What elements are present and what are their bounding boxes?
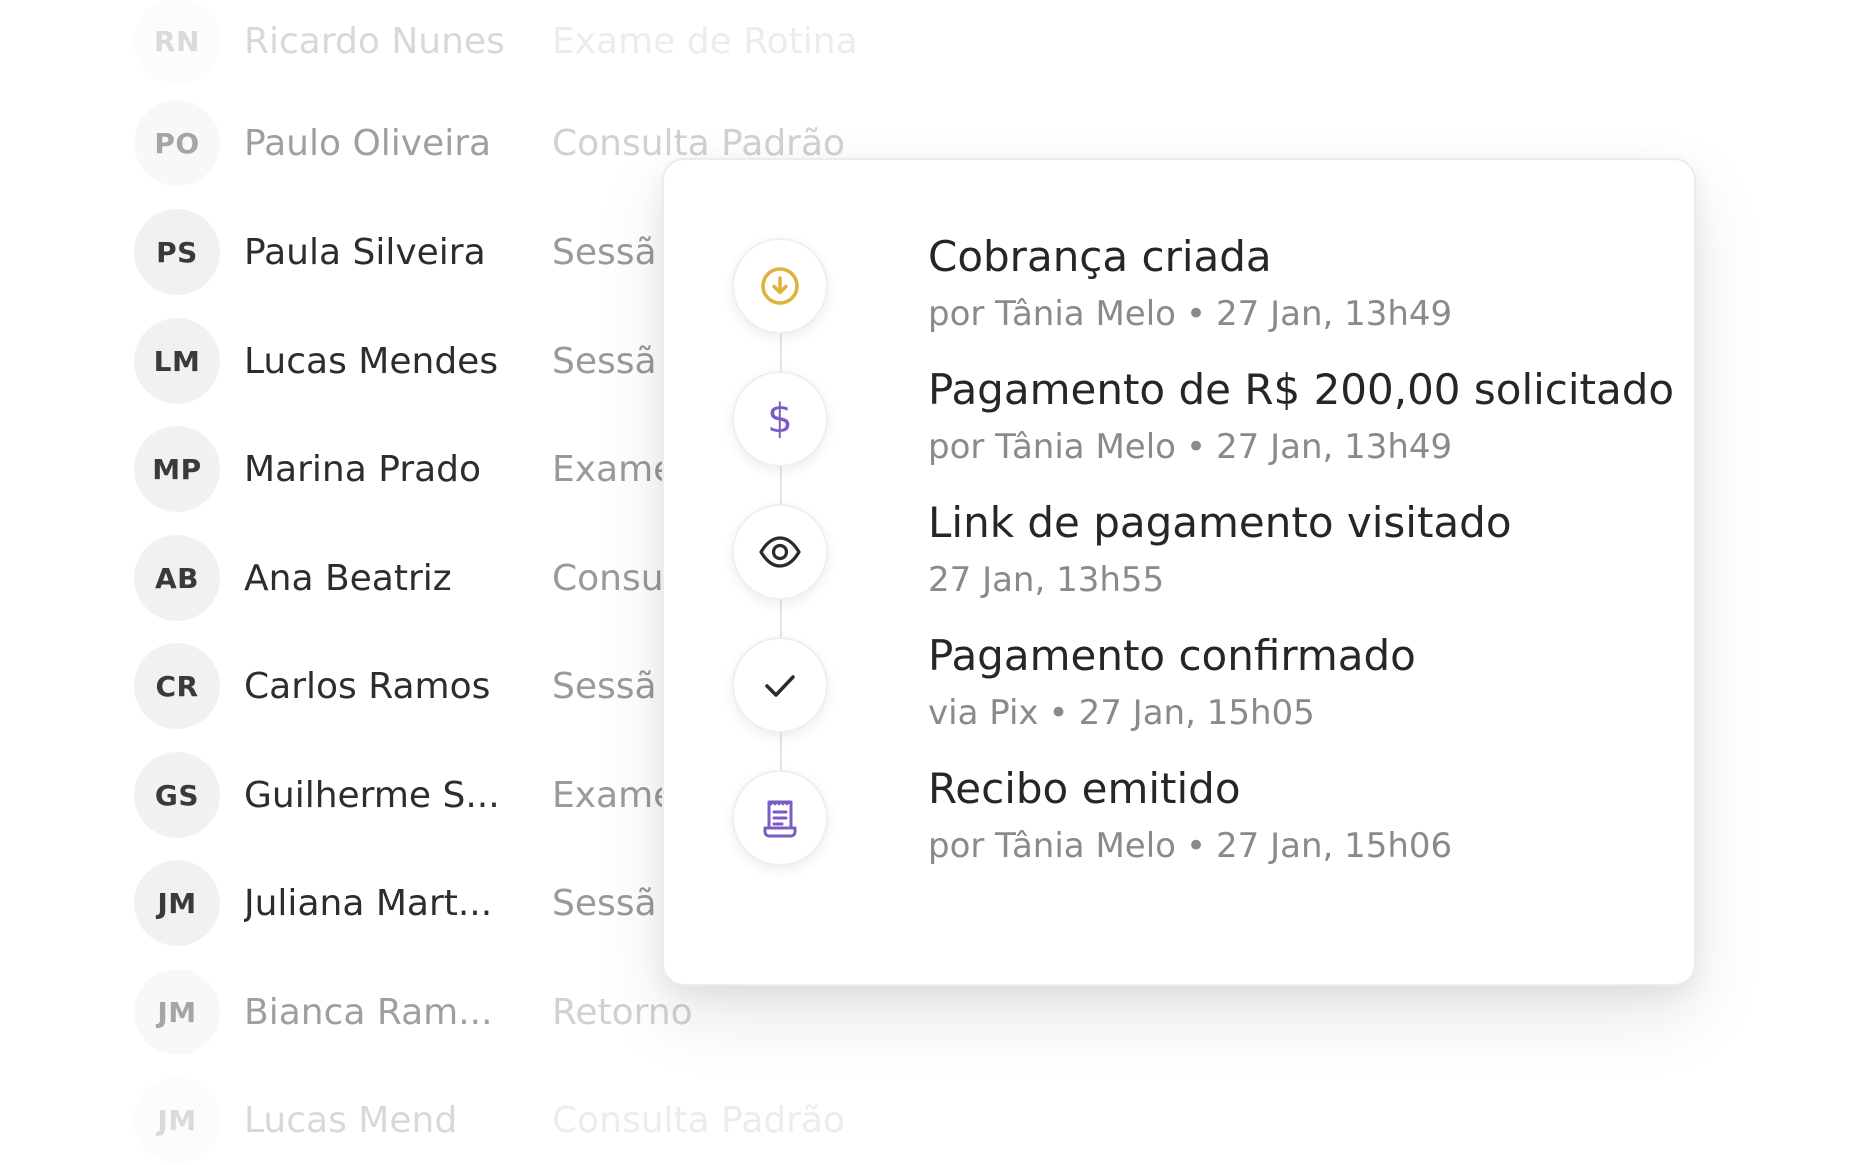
- event-time: 27 Jan, 13h49: [1216, 294, 1453, 334]
- event-time: 27 Jan, 13h55: [928, 560, 1165, 600]
- patient-name: Marina Prado: [244, 448, 482, 490]
- patient-name: Lucas Mend: [244, 1099, 458, 1141]
- appointment-type: Sessã: [552, 231, 657, 273]
- separator: •: [1185, 826, 1207, 866]
- event-title: Recibo emitido: [928, 764, 1241, 813]
- avatar: LM: [134, 318, 220, 404]
- timeline-event-charge-created: Cobrança criada por Tânia Melo • 27 Jan, 1…: [732, 232, 1672, 362]
- appointment-type: Exame: [552, 448, 676, 490]
- event-title: Pagamento confirmado: [928, 631, 1416, 680]
- event-title: Link de pagamento visitado: [928, 498, 1512, 547]
- appointment-type: Exame de Rotina: [552, 20, 858, 62]
- avatar: MP: [134, 426, 220, 512]
- avatar: RN: [134, 0, 220, 84]
- patient-name: Carlos Ramos: [244, 665, 491, 707]
- patient-name: Ana Beatriz: [244, 557, 452, 599]
- avatar: AB: [134, 535, 220, 621]
- event-method: via Pix: [928, 693, 1039, 733]
- patient-row[interactable]: RN Ricardo Nunes Exame de Rotina: [134, 0, 1034, 86]
- event-meta: por Tânia Melo • 27 Jan, 15h06: [928, 826, 1452, 866]
- timeline-event-payment-confirmed: Pagamento confirmado via Pix • 27 Jan, 15h…: [732, 631, 1672, 761]
- patient-name: Bianca Ram...: [244, 991, 493, 1033]
- event-time: 27 Jan, 13h49: [1216, 427, 1453, 467]
- patient-row[interactable]: JM Lucas Mend Consulta Padrão: [134, 1075, 1034, 1165]
- event-author: por Tânia Melo: [928, 826, 1176, 866]
- patient-name: Lucas Mendes: [244, 340, 499, 382]
- avatar: GS: [134, 752, 220, 838]
- timeline-event-link-visited: Link de pagamento visitado 27 Jan, 13h55: [732, 498, 1672, 628]
- timeline-event-receipt-issued: Recibo emitido por Tânia Melo • 27 Jan, 15…: [732, 764, 1672, 894]
- separator: •: [1048, 693, 1069, 733]
- patient-name: Paula Silveira: [244, 231, 486, 273]
- separator: •: [1185, 294, 1207, 334]
- event-time: 27 Jan, 15h06: [1216, 826, 1453, 866]
- arrow-down-circle-icon: [732, 238, 828, 334]
- avatar: PS: [134, 209, 220, 295]
- event-author: por Tânia Melo: [928, 294, 1176, 334]
- event-meta: por Tânia Melo • 27 Jan, 13h49: [928, 427, 1452, 467]
- check-icon: [732, 637, 828, 733]
- patient-name: Juliana Mart...: [244, 882, 493, 924]
- eye-icon: [732, 504, 828, 600]
- appointment-type: Consu: [552, 557, 664, 599]
- dollar-icon: $: [732, 371, 828, 467]
- patient-name: Guilherme S...: [244, 774, 500, 816]
- receipt-icon: [732, 770, 828, 866]
- appointment-type: Exame: [552, 774, 676, 816]
- appointment-type: Sessã: [552, 340, 657, 382]
- separator: •: [1185, 427, 1207, 467]
- event-meta: por Tânia Melo • 27 Jan, 13h49: [928, 294, 1452, 334]
- avatar: CR: [134, 643, 220, 729]
- event-meta: via Pix • 27 Jan, 15h05: [928, 693, 1315, 733]
- event-time: 27 Jan, 15h05: [1078, 693, 1315, 733]
- appointment-type: Sessã: [552, 882, 657, 924]
- appointment-type: Sessã: [552, 665, 657, 707]
- avatar: JM: [134, 969, 220, 1055]
- avatar: JM: [134, 1077, 220, 1163]
- avatar: PO: [134, 100, 220, 186]
- avatar: JM: [134, 860, 220, 946]
- appointment-type: Retorno: [552, 991, 693, 1033]
- event-author: por Tânia Melo: [928, 427, 1176, 467]
- patient-name: Paulo Oliveira: [244, 122, 492, 164]
- payment-timeline-card: Cobrança criada por Tânia Melo • 27 Jan, 1…: [662, 158, 1696, 986]
- appointment-type: Consulta Padrão: [552, 1099, 846, 1141]
- event-meta: 27 Jan, 13h55: [928, 560, 1164, 600]
- event-title: Pagamento de R$ 200,00 solicitado: [928, 365, 1675, 414]
- patient-name: Ricardo Nunes: [244, 20, 505, 62]
- event-title: Cobrança criada: [928, 232, 1272, 281]
- timeline-event-payment-requested: $ Pagamento de R$ 200,00 solicitado por …: [732, 365, 1675, 495]
